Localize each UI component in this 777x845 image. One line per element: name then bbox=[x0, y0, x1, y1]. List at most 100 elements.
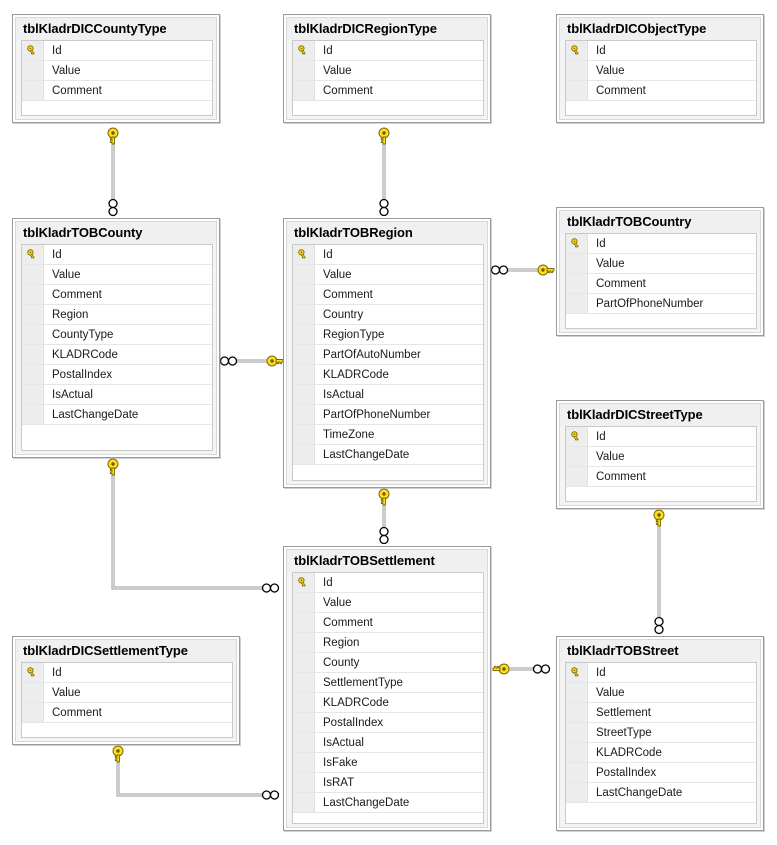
table-row[interactable]: Comment bbox=[22, 703, 232, 723]
table-title[interactable]: tblKladrDICRegionType bbox=[287, 18, 487, 40]
table-title[interactable]: tblKladrDICObjectType bbox=[560, 18, 760, 40]
row-gutter bbox=[22, 703, 44, 722]
table-row[interactable]: Comment bbox=[566, 274, 756, 294]
table-tblKladrDICSettlementType[interactable]: tblKladrDICSettlementType Id Value Comment bbox=[12, 636, 240, 745]
table-row[interactable]: LastChangeDate bbox=[293, 445, 483, 465]
table-row[interactable]: IsActual bbox=[293, 385, 483, 405]
table-tblKladrDICCountyType[interactable]: tblKladrDICCountyType Id Value Comment bbox=[12, 14, 220, 123]
table-row[interactable]: Comment bbox=[293, 613, 483, 633]
table-row[interactable]: Id bbox=[293, 41, 483, 61]
empty-row bbox=[566, 314, 756, 328]
diagram-canvas[interactable]: tblKladrDICCountyType Id Value Comment tblKl… bbox=[0, 0, 777, 845]
table-row[interactable]: Value bbox=[22, 265, 212, 285]
empty-row bbox=[22, 425, 212, 443]
table-row[interactable]: Region bbox=[22, 305, 212, 325]
table-row[interactable]: LastChangeDate bbox=[566, 783, 756, 803]
table-row[interactable]: Value bbox=[293, 61, 483, 81]
table-row[interactable]: Comment bbox=[293, 81, 483, 101]
table-row[interactable]: PartOfPhoneNumber bbox=[566, 294, 756, 314]
table-title[interactable]: tblKladrDICStreetType bbox=[560, 404, 760, 426]
table-inner: tblKladrDICSettlementType Id Value Comment bbox=[15, 639, 237, 742]
table-tblKladrTOBCounty[interactable]: tblKladrTOBCounty Id Value Comment Region Cou… bbox=[12, 218, 220, 458]
table-row[interactable]: IsActual bbox=[22, 385, 212, 405]
table-row[interactable]: Comment bbox=[293, 285, 483, 305]
table-title[interactable]: tblKladrTOBSettlement bbox=[287, 550, 487, 572]
table-tblKladrDICStreetType[interactable]: tblKladrDICStreetType Id Value Comment bbox=[556, 400, 764, 509]
table-row[interactable]: Id bbox=[566, 234, 756, 254]
column-name: Value bbox=[596, 64, 625, 77]
table-row[interactable]: SettlementType bbox=[293, 673, 483, 693]
table-row[interactable]: Value bbox=[22, 61, 212, 81]
table-row[interactable]: Value bbox=[293, 265, 483, 285]
table-row[interactable]: Id bbox=[293, 573, 483, 593]
column-name: KLADRCode bbox=[596, 746, 662, 759]
table-row[interactable]: Id bbox=[22, 663, 232, 683]
table-row[interactable]: PostalIndex bbox=[566, 763, 756, 783]
table-row[interactable]: Settlement bbox=[566, 703, 756, 723]
table-row[interactable]: KLADRCode bbox=[293, 365, 483, 385]
table-title[interactable]: tblKladrDICCountyType bbox=[16, 18, 216, 40]
table-row[interactable]: Value bbox=[293, 593, 483, 613]
empty-row bbox=[566, 101, 756, 115]
table-row[interactable]: LastChangeDate bbox=[22, 405, 212, 425]
table-row[interactable]: Value bbox=[566, 447, 756, 467]
table-row[interactable]: County bbox=[293, 653, 483, 673]
table-row[interactable]: Id bbox=[293, 245, 483, 265]
table-row[interactable]: IsRAT bbox=[293, 773, 483, 793]
table-row[interactable]: Id bbox=[566, 663, 756, 683]
column-name: Id bbox=[52, 44, 62, 57]
table-row[interactable]: Id bbox=[22, 41, 212, 61]
empty-row bbox=[293, 813, 483, 823]
table-tblKladrTOBRegion[interactable]: tblKladrTOBRegion Id Value Comment Country Re… bbox=[283, 218, 491, 488]
column-list: Id Value Comment PartOfPhoneNumber bbox=[565, 233, 757, 329]
column-name: PartOfPhoneNumber bbox=[596, 297, 704, 310]
table-row[interactable]: Comment bbox=[22, 285, 212, 305]
table-title[interactable]: tblKladrTOBStreet bbox=[560, 640, 760, 662]
column-name: Value bbox=[323, 268, 352, 281]
table-row[interactable]: Id bbox=[566, 41, 756, 61]
table-row[interactable]: Value bbox=[566, 254, 756, 274]
table-row[interactable]: Value bbox=[22, 683, 232, 703]
table-row[interactable]: PartOfPhoneNumber bbox=[293, 405, 483, 425]
column-name: PartOfPhoneNumber bbox=[323, 408, 431, 421]
table-row[interactable]: RegionType bbox=[293, 325, 483, 345]
table-row[interactable]: IsActual bbox=[293, 733, 483, 753]
table-tblKladrDICRegionType[interactable]: tblKladrDICRegionType Id Value Comment bbox=[283, 14, 491, 123]
table-row[interactable]: Country bbox=[293, 305, 483, 325]
table-title[interactable]: tblKladrTOBCountry bbox=[560, 211, 760, 233]
table-row[interactable]: Value bbox=[566, 61, 756, 81]
table-row[interactable]: Comment bbox=[566, 467, 756, 487]
table-row[interactable]: PartOfAutoNumber bbox=[293, 345, 483, 365]
table-tblKladrTOBSettlement[interactable]: tblKladrTOBSettlement Id Value Comment Regio… bbox=[283, 546, 491, 831]
empty-row bbox=[566, 803, 756, 821]
column-name: Value bbox=[323, 596, 352, 609]
column-name: KLADRCode bbox=[323, 696, 389, 709]
table-tblKladrDICObjectType[interactable]: tblKladrDICObjectType Id Value Comment bbox=[556, 14, 764, 123]
column-name: Value bbox=[52, 686, 81, 699]
table-row[interactable]: PostalIndex bbox=[22, 365, 212, 385]
table-row[interactable]: CountyType bbox=[22, 325, 212, 345]
empty-row bbox=[293, 465, 483, 480]
table-title[interactable]: tblKladrTOBRegion bbox=[287, 222, 487, 244]
table-row[interactable]: Id bbox=[22, 245, 212, 265]
table-row[interactable]: Id bbox=[566, 427, 756, 447]
table-row[interactable]: Region bbox=[293, 633, 483, 653]
table-row[interactable]: Comment bbox=[22, 81, 212, 101]
table-row[interactable]: PostalIndex bbox=[293, 713, 483, 733]
table-title[interactable]: tblKladrDICSettlementType bbox=[16, 640, 236, 662]
table-row[interactable]: Value bbox=[566, 683, 756, 703]
table-row[interactable]: IsFake bbox=[293, 753, 483, 773]
table-row[interactable]: LastChangeDate bbox=[293, 793, 483, 813]
table-row[interactable]: StreetType bbox=[566, 723, 756, 743]
table-row[interactable]: KLADRCode bbox=[22, 345, 212, 365]
table-row[interactable]: KLADRCode bbox=[566, 743, 756, 763]
table-row[interactable]: KLADRCode bbox=[293, 693, 483, 713]
column-name: StreetType bbox=[596, 726, 652, 739]
table-tblKladrTOBStreet[interactable]: tblKladrTOBStreet Id Value Settlement Street… bbox=[556, 636, 764, 831]
table-row[interactable]: Comment bbox=[566, 81, 756, 101]
row-gutter bbox=[566, 743, 588, 762]
table-row[interactable]: TimeZone bbox=[293, 425, 483, 445]
table-title[interactable]: tblKladrTOBCounty bbox=[16, 222, 216, 244]
table-tblKladrTOBCountry[interactable]: tblKladrTOBCountry Id Value Comment PartOfPh… bbox=[556, 207, 764, 336]
row-gutter bbox=[566, 763, 588, 782]
